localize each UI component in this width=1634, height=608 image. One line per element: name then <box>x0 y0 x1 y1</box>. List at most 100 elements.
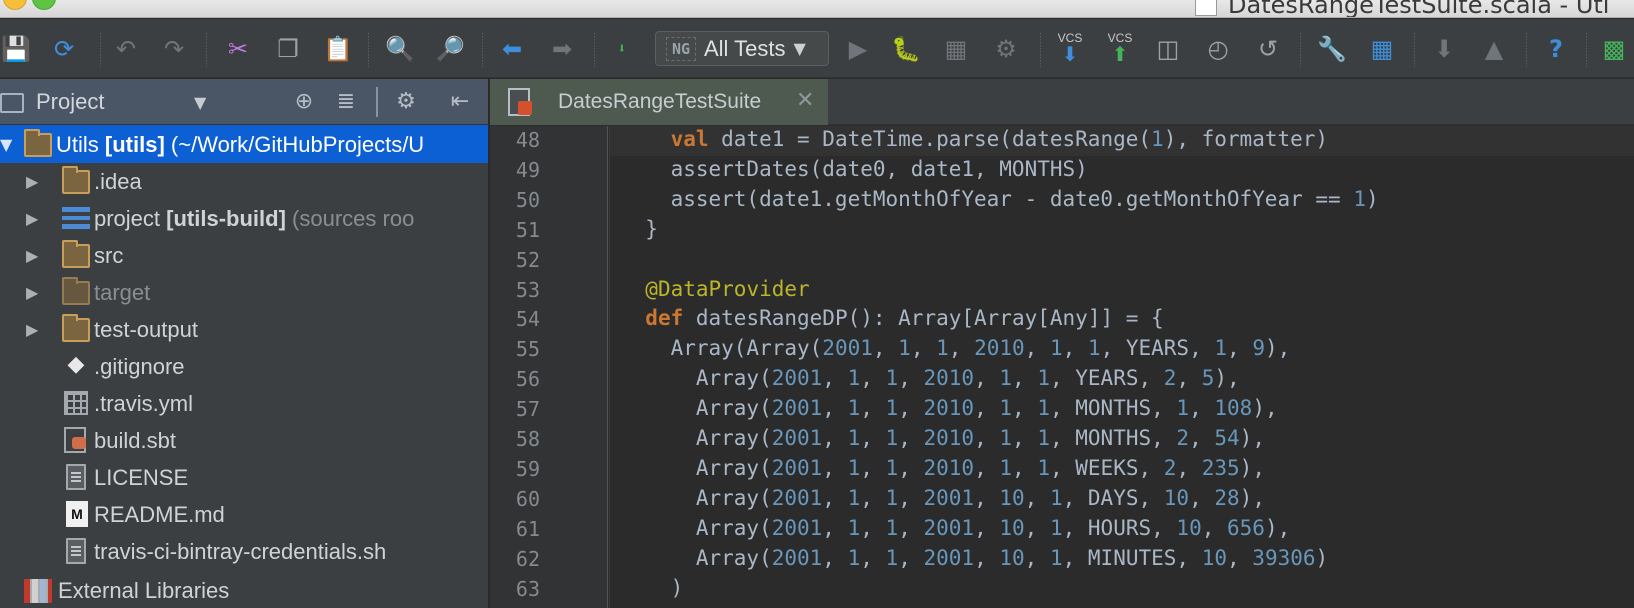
structure-icon[interactable]: ▦ <box>1366 33 1398 65</box>
yml-file-icon <box>64 391 88 415</box>
code-line[interactable]: Array(2001, 1, 1, 2001, 10, 1, HOURS, 10… <box>620 516 1290 540</box>
tree-item-test-output[interactable]: ▶ test-output <box>0 310 488 348</box>
tree-item-readme[interactable]: M README.md <box>0 495 488 533</box>
run-icon[interactable]: ▶ <box>842 33 874 65</box>
find-icon[interactable]: 🔍 <box>384 33 416 65</box>
forward-icon[interactable]: ➡ <box>546 33 578 65</box>
zoom-button[interactable] <box>32 0 56 10</box>
window-title: DatesRangeTestSuite.scala - Uti <box>1228 0 1610 18</box>
code-line[interactable]: @DataProvider <box>620 277 809 301</box>
code-line[interactable]: val date1 = DateTime.parse(datesRange(1)… <box>620 127 1328 151</box>
tool-icon[interactable]: ▩ <box>1598 33 1630 65</box>
line-number: 57 <box>515 397 540 422</box>
expand-arrow-icon[interactable]: ▶ <box>26 209 42 228</box>
help-icon[interactable]: ? <box>1540 33 1572 65</box>
save-icon[interactable]: 💾 <box>0 33 32 65</box>
tree-item-label: test-output <box>94 317 198 342</box>
chevron-down-icon[interactable]: ▼ <box>194 93 206 112</box>
expand-arrow-icon[interactable]: ▶ <box>26 320 42 339</box>
tree-item-license[interactable]: LICENSE <box>0 458 488 496</box>
sync-icon[interactable]: ⟳ <box>48 33 80 65</box>
toolbar-separator <box>1300 33 1301 67</box>
tree-item-label: .idea <box>94 169 142 194</box>
toolbar-separator <box>482 33 483 67</box>
code-line[interactable]: assert(date1.getMonthOfYear - date0.getM… <box>620 187 1379 211</box>
folder-icon <box>24 129 52 157</box>
code-line[interactable]: Array(2001, 1, 1, 2010, 1, 1, WEEKS, 2, … <box>620 456 1265 480</box>
tab-dates-range-test-suite[interactable]: DatesRangeTestSuite ✕ <box>490 79 828 125</box>
line-number: 48 <box>515 128 540 152</box>
settings-icon[interactable]: 🔧 <box>1316 33 1348 65</box>
code-line[interactable]: Array(Array(2001, 1, 1, 2010, 1, 1, YEAR… <box>620 336 1291 360</box>
code-line[interactable]: } <box>620 217 658 241</box>
replace-icon[interactable]: 🔎 <box>434 33 466 65</box>
hide-panel-icon[interactable]: ⇤ <box>446 88 474 116</box>
code-line[interactable]: assertDates(date0, date1, MONTHS) <box>620 157 1088 181</box>
tree-item-target[interactable]: ▶ target <box>0 273 488 311</box>
code-line[interactable]: Array(2001, 1, 1, 2001, 10, 1, DAYS, 10,… <box>620 486 1265 510</box>
project-tree: ▼ Utils [utils] (~/Work/GitHubProjects/U… <box>0 125 488 608</box>
libraries-icon <box>24 579 52 603</box>
redo-icon[interactable]: ↷ <box>158 33 190 65</box>
tree-item-gitignore[interactable]: ◆ .gitignore <box>0 347 488 385</box>
vcs-update-button[interactable]: VCS ⬇ <box>1050 31 1090 71</box>
gear-icon[interactable]: ⚙ <box>392 88 420 116</box>
tree-item-idea[interactable]: ▶ .idea <box>0 162 488 200</box>
history-icon[interactable]: ◴ <box>1202 33 1234 65</box>
compare-icon[interactable]: ◫ <box>1152 33 1184 65</box>
tree-item-src[interactable]: ▶ src <box>0 236 488 274</box>
profile-icon[interactable]: ⚙ <box>990 33 1022 65</box>
tree-item-travis-yml[interactable]: .travis.yml <box>0 384 488 422</box>
run-configuration-label: All Tests <box>704 35 786 61</box>
expand-arrow-icon[interactable]: ▶ <box>26 283 42 302</box>
paste-icon[interactable]: 📋 <box>322 33 354 65</box>
line-number: 63 <box>515 576 540 601</box>
toolbar-separator <box>368 33 369 67</box>
close-icon[interactable]: ✕ <box>796 88 814 113</box>
expand-arrow-icon[interactable]: ▶ <box>26 246 42 265</box>
tree-item-travis-credentials[interactable]: travis-ci-bintray-credentials.sh <box>0 532 488 570</box>
code-line[interactable]: Array(2001, 1, 1, 2010, 1, 1, YEARS, 2, … <box>620 366 1240 390</box>
back-icon[interactable]: ⬅ <box>496 33 528 65</box>
tree-item-utils[interactable]: ▼ Utils [utils] (~/Work/GitHubProjects/U <box>0 125 488 163</box>
code-line[interactable]: Array(2001, 1, 1, 2010, 1, 1, MONTHS, 2,… <box>620 426 1265 450</box>
make-icon[interactable]: ⬇ <box>606 33 638 65</box>
copy-icon[interactable]: ❐ <box>272 33 304 65</box>
code-line[interactable]: Array(2001, 1, 1, 2001, 10, 1, MINUTES, … <box>620 546 1328 570</box>
code-line[interactable]: ) <box>620 576 684 600</box>
code-line[interactable]: Array(2001, 1, 1, 2010, 1, 1, MONTHS, 1,… <box>620 396 1278 420</box>
text-file-icon <box>66 464 86 490</box>
tree-item-label: README.md <box>94 502 225 527</box>
locate-icon[interactable]: ⊕ <box>290 88 318 116</box>
cut-icon[interactable]: ✂ <box>222 33 254 65</box>
run-configuration-select[interactable]: NG All Tests ▼ <box>655 31 829 66</box>
tree-item-project[interactable]: ▶ project [utils-build] (sources roo <box>0 199 488 237</box>
sdk-icon[interactable]: ⬇ <box>1428 33 1460 65</box>
expand-arrow-icon[interactable]: ▼ <box>0 135 16 154</box>
line-number: 52 <box>515 247 540 272</box>
toolbar-separator <box>1586 33 1587 67</box>
arrow-up-icon: ⬆ <box>1111 44 1129 66</box>
debug-icon[interactable]: 🐛 <box>890 33 922 65</box>
line-number: 60 <box>515 486 540 511</box>
toolbar-separator <box>1040 33 1041 67</box>
collapse-all-icon[interactable]: ≣ <box>332 88 360 116</box>
revert-icon[interactable]: ↺ <box>1252 33 1284 65</box>
vcs-commit-button[interactable]: VCS ⬆ <box>1100 31 1140 71</box>
coverage-icon[interactable]: ▦ <box>940 33 972 65</box>
line-number: 61 <box>515 516 540 541</box>
tree-item-external-libraries[interactable]: External Libraries <box>0 569 488 607</box>
folder-icon <box>62 240 90 268</box>
tree-item-build-sbt[interactable]: build.sbt <box>0 421 488 459</box>
toolbar-separator <box>1526 33 1527 67</box>
line-number: 53 <box>515 277 540 302</box>
undo-icon[interactable]: ↶ <box>110 33 142 65</box>
expand-arrow-icon[interactable]: ▶ <box>26 172 42 191</box>
project-view-selector[interactable]: Project <box>36 89 104 115</box>
android-icon[interactable]: ▲ <box>1478 33 1510 65</box>
excluded-folder-icon <box>62 277 90 305</box>
code-line[interactable]: def datesRangeDP(): Array[Array[Any]] = … <box>620 306 1163 330</box>
markdown-file-icon: M <box>66 501 88 527</box>
folder-icon <box>62 314 90 342</box>
minimize-button[interactable] <box>3 0 27 10</box>
